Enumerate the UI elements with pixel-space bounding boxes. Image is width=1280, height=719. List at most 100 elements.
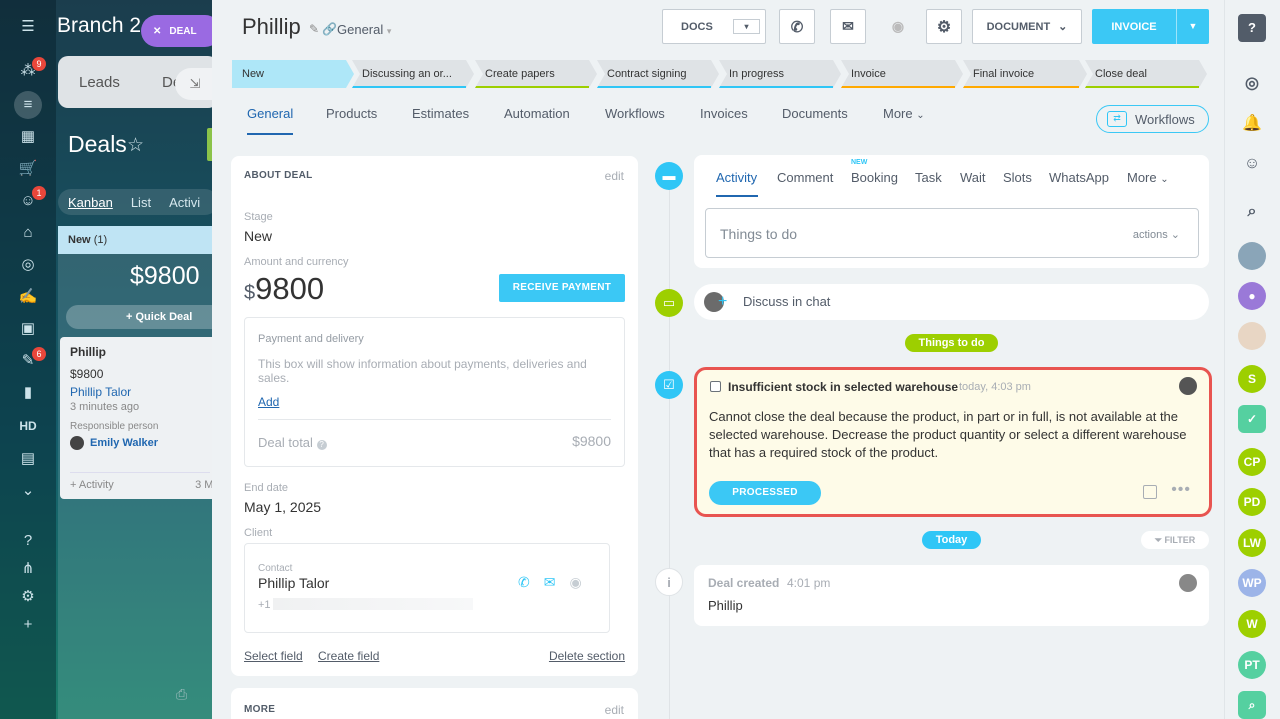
end-date-value[interactable]: May 1, 2025 <box>244 499 321 515</box>
tab-products[interactable]: Products <box>326 106 377 121</box>
task-title[interactable]: Insufficient stock in selected warehouse <box>728 380 958 394</box>
analytics-icon[interactable]: ▮ <box>14 382 42 404</box>
view-kanban[interactable]: Kanban <box>68 195 113 210</box>
help-icon[interactable]: ? <box>316 440 327 450</box>
target-icon[interactable]: ◎ <box>14 254 42 276</box>
search-app-icon[interactable]: ⌕ <box>1238 691 1266 719</box>
tab-invoices[interactable]: Invoices <box>700 106 748 121</box>
expand-icon[interactable]: ⌄ <box>14 480 42 502</box>
help-icon[interactable]: ? <box>14 530 42 552</box>
avatar-cp[interactable]: CP <box>1238 448 1266 476</box>
chevron-down-icon[interactable]: ▼ <box>1176 9 1209 44</box>
kanban-card[interactable]: Phillip $9800 Phillip Talor 3 minutes ag… <box>60 337 222 499</box>
mail-icon[interactable]: ✉ <box>544 574 556 591</box>
group-icon[interactable]: ● <box>1238 282 1266 310</box>
tab-slots[interactable]: Slots <box>1003 170 1032 185</box>
stage-invoice[interactable]: Invoice <box>841 60 963 88</box>
avatar[interactable] <box>1238 242 1266 270</box>
deal-chip[interactable]: ✕ DEAL <box>141 15 221 47</box>
discuss-in-chat[interactable]: + Discuss in chat <box>694 284 1209 320</box>
tab-documents[interactable]: Documents <box>782 106 848 121</box>
search-icon[interactable]: ⌕ <box>1238 198 1266 226</box>
invoice-button[interactable]: INVOICE ▼ <box>1092 9 1209 44</box>
tab-wait[interactable]: Wait <box>960 170 986 185</box>
amount-value[interactable]: $9800 <box>244 271 324 307</box>
receive-payment-button[interactable]: RECEIVE PAYMENT <box>499 274 625 302</box>
delete-section-link[interactable]: Delete section <box>549 649 625 663</box>
avatar-wp[interactable]: WP <box>1238 569 1266 597</box>
menu-icon[interactable]: ☰ <box>14 16 42 38</box>
cart-icon[interactable]: 🛒 <box>14 158 42 180</box>
contact-name[interactable]: Phillip Talor <box>258 575 329 591</box>
tab-whatsapp[interactable]: WhatsApp <box>1049 170 1109 185</box>
workflows-button[interactable]: ⇄ Workflows <box>1096 105 1209 133</box>
stage-value[interactable]: New <box>244 228 272 244</box>
created-name[interactable]: Phillip <box>708 598 743 613</box>
tasks-icon[interactable]: ▦ <box>14 126 42 148</box>
company-icon[interactable]: ⌂ <box>14 222 42 244</box>
filter-button[interactable]: ⏷ FILTER <box>1141 531 1209 549</box>
more-options-icon[interactable]: ••• <box>1171 481 1191 499</box>
view-list[interactable]: List <box>131 195 151 210</box>
plus-icon[interactable]: + <box>718 292 732 312</box>
edit-icon[interactable]: ✎ 🔗 <box>309 22 337 36</box>
helpdesk-icon[interactable]: HD <box>14 415 42 437</box>
tab-automation[interactable]: Automation <box>504 106 570 121</box>
contact-phone[interactable]: +1 <box>258 599 271 611</box>
stage-in-progress[interactable]: In progress <box>719 60 841 88</box>
add-icon[interactable]: + <box>14 614 42 636</box>
stage-contract-signing[interactable]: Contract signing <box>597 60 719 88</box>
task-checkbox[interactable] <box>710 381 721 392</box>
task-app-icon[interactable]: ✓ <box>1238 405 1266 433</box>
bell-icon[interactable]: 🔔 <box>1238 110 1266 138</box>
email-button[interactable]: ✉ <box>830 9 866 44</box>
card-contact[interactable]: Phillip Talor <box>70 385 210 399</box>
more-edit-link[interactable]: edit <box>605 703 624 717</box>
select-field-link[interactable]: Select field <box>244 649 303 663</box>
stage-new[interactable]: New <box>232 60 354 88</box>
view-activities[interactable]: Activi <box>169 195 200 210</box>
tab-comment[interactable]: Comment <box>777 170 833 185</box>
stage-discussing[interactable]: Discussing an or... <box>352 60 474 88</box>
phone-button[interactable]: ✆ <box>779 9 815 44</box>
sign-icon[interactable]: ✍ <box>14 286 42 308</box>
edit-link[interactable]: edit <box>605 169 624 183</box>
print-icon[interactable]: ⎙ <box>176 686 187 703</box>
box-icon[interactable]: ▣ <box>14 318 42 340</box>
stage-create-papers[interactable]: Create papers <box>475 60 597 88</box>
close-icon[interactable]: ✕ <box>153 26 161 37</box>
crm-icon[interactable]: ≡ <box>14 94 42 116</box>
document-button[interactable]: DOCUMENT ⌄ <box>972 9 1082 44</box>
settings-icon[interactable]: ⚙ <box>14 586 42 608</box>
note-icon[interactable] <box>1143 485 1157 499</box>
avatar[interactable] <box>1238 322 1266 350</box>
sitemap-icon[interactable]: ⋔ <box>14 558 42 580</box>
stage-close-deal[interactable]: Close deal <box>1085 60 1207 88</box>
avatar-pt[interactable]: PT <box>1238 651 1266 679</box>
card-activity[interactable]: + Activity 3 Min <box>70 472 222 491</box>
category-select[interactable]: General ▾ <box>337 22 391 37</box>
messenger-button[interactable]: ◉ <box>880 9 916 44</box>
card-responsible[interactable]: Emily Walker <box>70 436 210 450</box>
chevron-down-icon[interactable]: ▾ <box>733 19 760 34</box>
avatar-lw[interactable]: LW <box>1238 529 1266 557</box>
docs-button[interactable]: DOCS ▾ <box>662 9 766 44</box>
settings-button[interactable]: ⚙ <box>926 9 962 44</box>
chat-bubble-icon[interactable]: ◉ <box>569 574 581 591</box>
minimize-icon[interactable]: ⇲ <box>175 68 215 100</box>
tab-estimates[interactable]: Estimates <box>412 106 469 121</box>
copilot-icon[interactable]: ◎ <box>1238 70 1266 98</box>
tab-activity[interactable]: Activity <box>716 170 757 185</box>
quick-deal-button[interactable]: + Quick Deal <box>66 305 226 329</box>
avatar-s[interactable]: S <box>1238 365 1266 393</box>
phone-icon[interactable]: ✆ <box>518 574 530 591</box>
tab-more[interactable]: More ⌄ <box>883 106 925 121</box>
add-link[interactable]: Add <box>258 395 279 409</box>
tab-booking[interactable]: Booking <box>851 170 898 185</box>
processed-button[interactable]: PROCESSED <box>709 481 821 505</box>
star-icon[interactable]: ☆ <box>127 134 144 157</box>
tab-general[interactable]: General <box>247 106 293 121</box>
robot-icon[interactable]: ▤ <box>14 448 42 470</box>
things-to-do-input[interactable]: Things to do actions ⌄ <box>705 208 1199 258</box>
tab-workflows[interactable]: Workflows <box>605 106 665 121</box>
